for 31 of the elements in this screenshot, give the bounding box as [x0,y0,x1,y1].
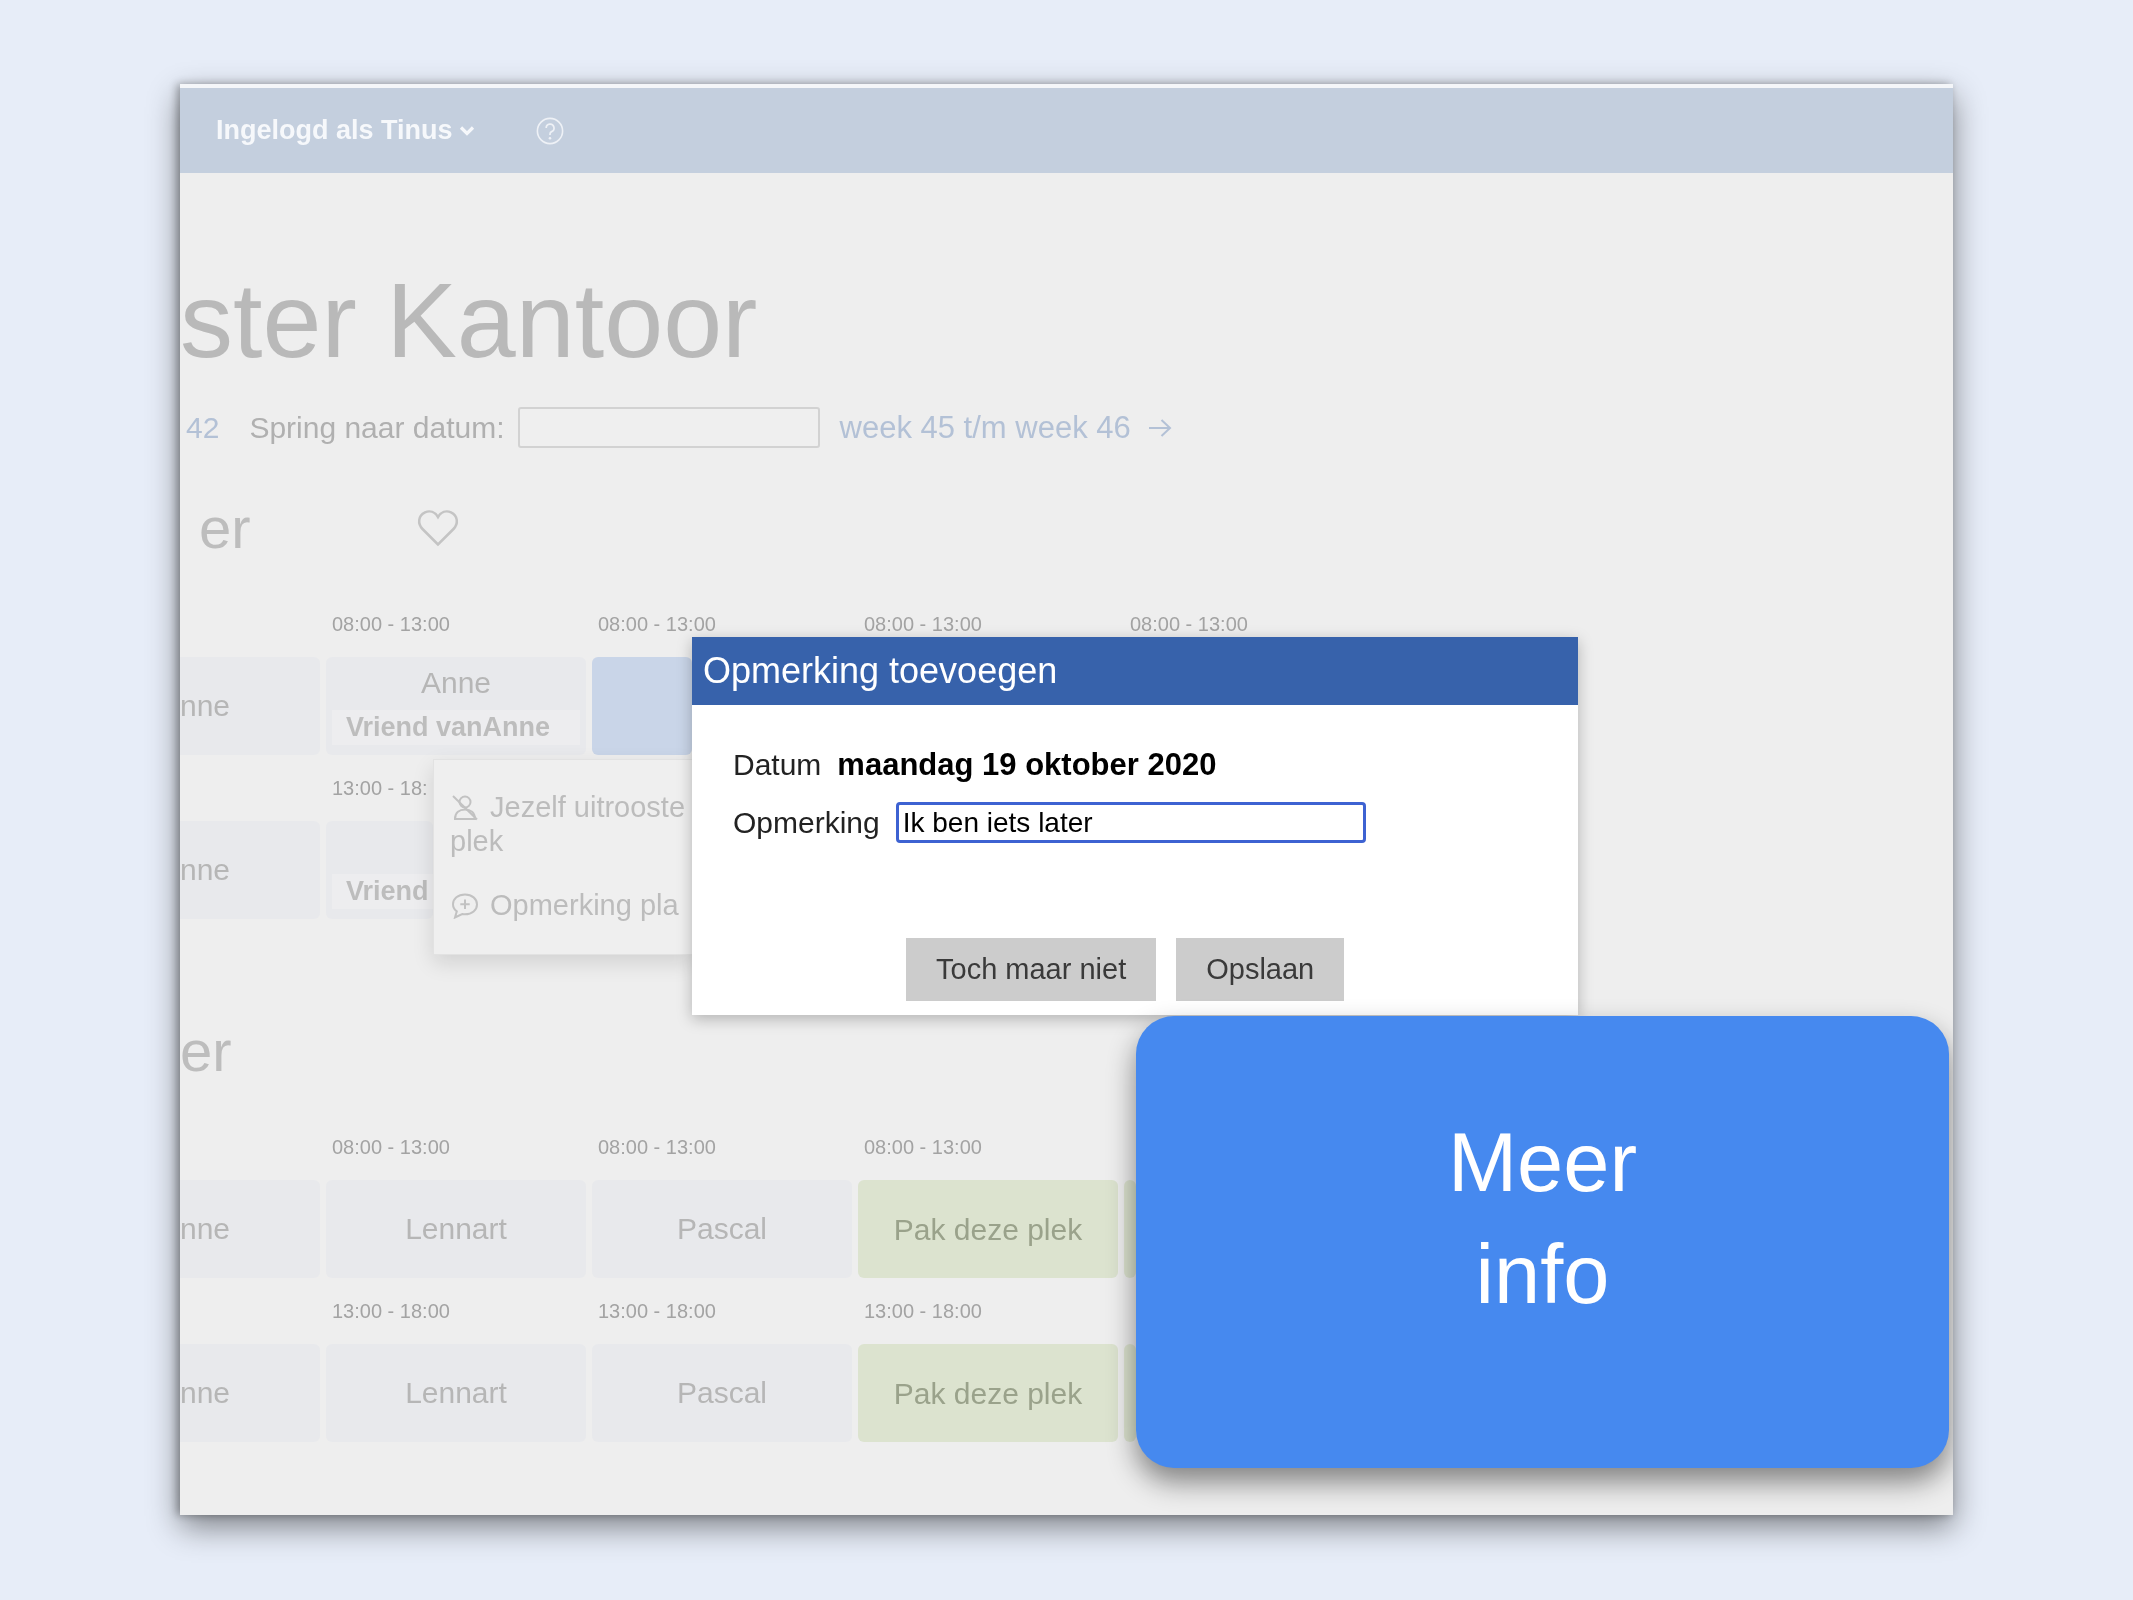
take-slot-button[interactable]: Pak deze plek [858,1344,1118,1442]
shift-time: 13:00 - 18:00 [332,1300,450,1322]
dialog-title: Opmerking toevoegen [703,650,1058,692]
prev-weeks-link[interactable]: 42 [186,409,220,446]
shift-time: 08:00 - 13:00 [864,1136,982,1158]
shift-time: 13:00 - 18:00 [598,1300,716,1322]
more-info-button[interactable]: Meer info [1136,1016,1949,1468]
next-weeks-link[interactable]: week 45 t/m week 46 [839,409,1172,446]
jump-date-label: Spring naar datum: [249,409,505,446]
field-label: Opmerking [733,804,880,841]
date-value: maandag 19 oktober 2020 [837,746,1217,784]
cancel-button[interactable]: Toch maar niet [906,938,1157,1001]
shift-time: 08:00 - 13:00 [598,613,716,635]
field-label: Datum [733,747,822,783]
shift-time: 08:00 - 13:00 [1130,613,1248,635]
arrow-right-icon [1147,417,1172,438]
shift-time: 08:00 - 13:00 [332,613,450,635]
take-slot-button[interactable]: Pak deze plek [858,1180,1118,1278]
help-icon[interactable] [535,116,564,145]
comment-plus-icon [450,892,480,919]
shift-time: 08:00 - 13:00 [332,1136,450,1158]
comment-field[interactable]: Ik ben iets later [895,802,1366,843]
save-button[interactable]: Opslaan [1176,938,1345,1001]
shift-time: 13:00 - 18:00 [864,1300,982,1322]
user-slash-icon [450,794,480,821]
date-field[interactable] [517,407,820,448]
shift-time: 08:00 - 13:00 [864,613,982,635]
caret-icon [458,125,475,136]
heart-icon[interactable] [415,508,460,548]
shift-time: 13:00 - 18: [332,777,428,799]
shift-time: 08:00 - 13:00 [598,1136,716,1158]
